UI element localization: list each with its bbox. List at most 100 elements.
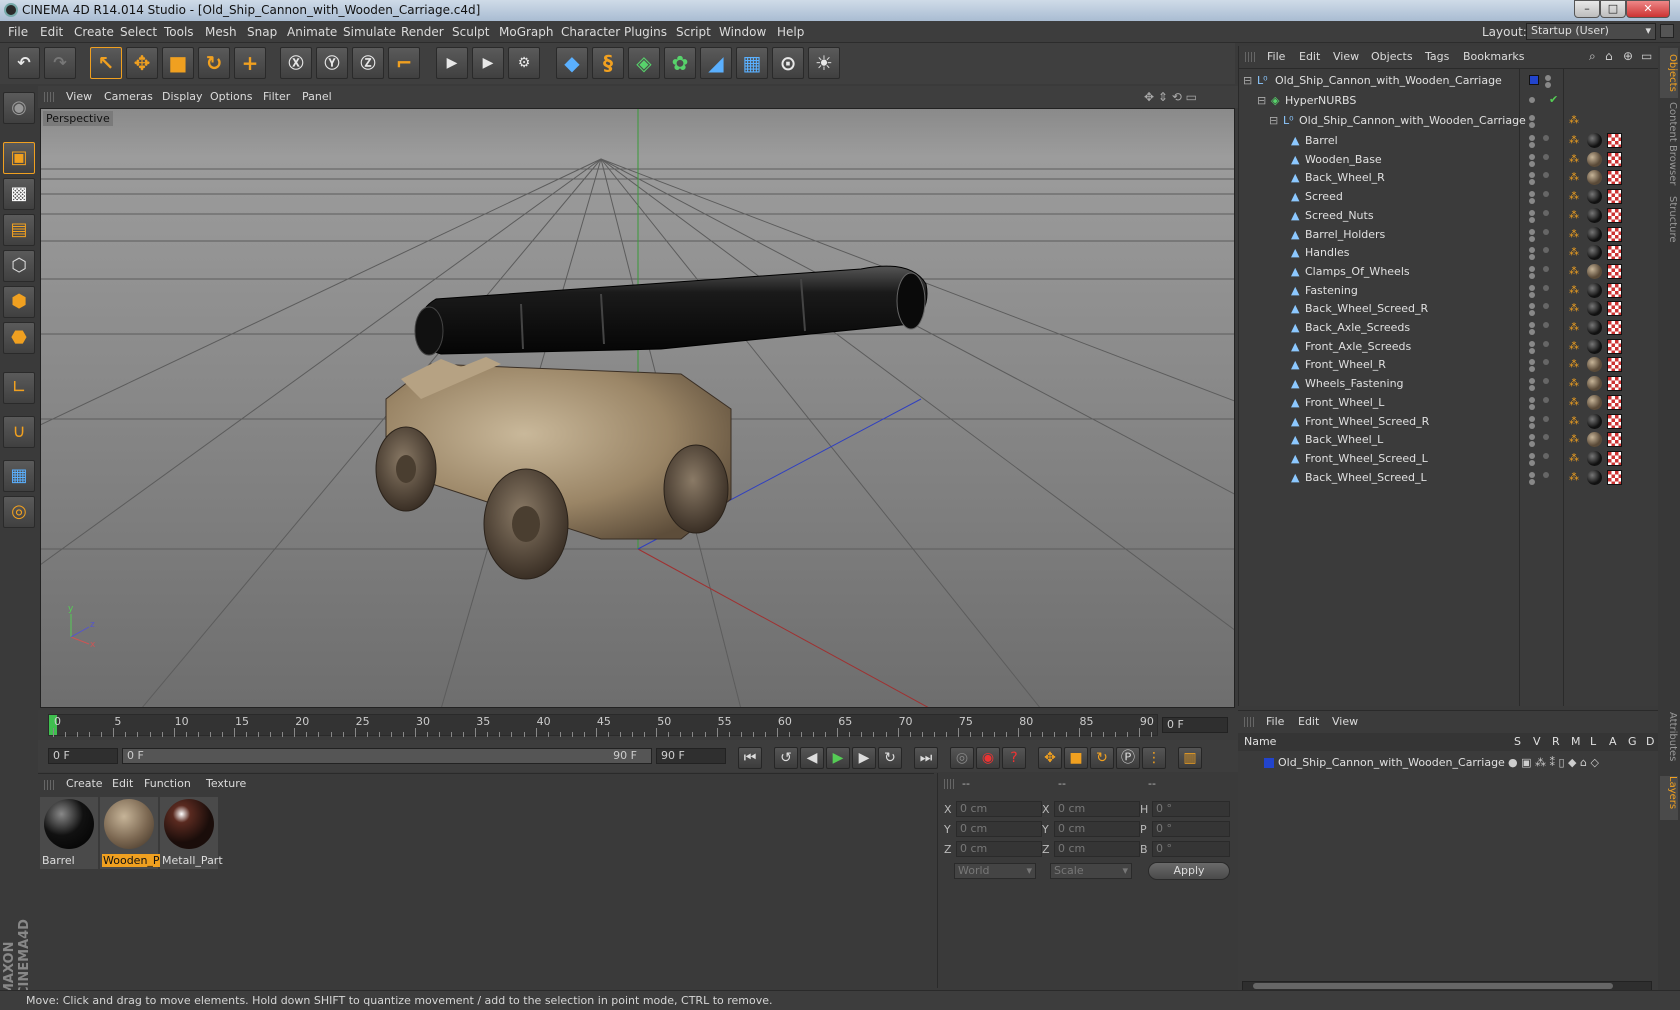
editor-visibility-dot[interactable] — [1529, 303, 1535, 310]
side-tab-content-browser[interactable]: Content Browser — [1660, 102, 1678, 192]
material-menu-function[interactable]: Function — [144, 777, 191, 790]
deformer-icon[interactable]: ◢ — [700, 47, 732, 79]
material-tag-icon[interactable] — [1587, 133, 1602, 148]
editor-visibility-dot[interactable] — [1529, 228, 1535, 235]
make-editable-icon[interactable]: ◉ — [3, 92, 35, 124]
rotate-icon[interactable]: ↻ — [198, 47, 230, 79]
points-mode-icon[interactable]: ⬡ — [3, 250, 35, 282]
editor-visibility-dot[interactable] — [1529, 396, 1535, 403]
lock-dot[interactable] — [1543, 415, 1549, 422]
array-icon[interactable]: ✿ — [664, 47, 696, 79]
render-visibility-dot[interactable] — [1545, 82, 1551, 88]
solo-icon[interactable]: ◎ — [3, 496, 35, 528]
editor-visibility-dot[interactable] — [1529, 284, 1535, 291]
key-parameter-icon[interactable]: Ⓟ — [1116, 747, 1140, 769]
uvw-tag-icon[interactable] — [1607, 450, 1622, 466]
minimize-button[interactable]: – — [1574, 0, 1600, 18]
uvw-tag-icon[interactable] — [1607, 245, 1622, 261]
side-tab-objects[interactable]: Objects — [1660, 48, 1678, 98]
uvw-tag-icon[interactable] — [1607, 301, 1622, 317]
phong-tag-icon[interactable]: ⁂ — [1569, 453, 1579, 464]
phong-tag-icon[interactable]: ⁂ — [1569, 472, 1579, 483]
layer-color-swatch[interactable] — [1264, 758, 1274, 768]
light-icon[interactable]: ☀ — [808, 47, 840, 79]
lock-dot[interactable] — [1543, 396, 1549, 403]
menu-edit[interactable]: Edit — [40, 25, 63, 39]
lock-dot[interactable] — [1543, 228, 1549, 235]
lock-dot[interactable] — [1543, 153, 1549, 160]
material-tag-icon[interactable] — [1587, 189, 1602, 205]
editor-visibility-dot[interactable] — [1529, 247, 1535, 254]
z-axis-icon[interactable]: Ⓩ — [352, 47, 384, 79]
uvw-tag-icon[interactable] — [1607, 133, 1622, 148]
menu-sculpt[interactable]: Sculpt — [452, 25, 489, 39]
tree-row-child[interactable]: ▲ Wooden_Base ⁂ — [1239, 150, 1659, 170]
tree-row-child[interactable]: ▲ Fastening ⁂ — [1239, 281, 1659, 301]
render-visibility-dot[interactable] — [1529, 459, 1535, 466]
tree-row-child[interactable]: ▲ Front_Wheel_Screed_R ⁂ — [1239, 412, 1659, 432]
tree-row-child[interactable]: ▲ Screed_Nuts ⁂ — [1239, 206, 1659, 226]
previous-frame-icon[interactable]: ◀ — [800, 747, 824, 769]
size-y-field[interactable]: 0 cm — [1054, 821, 1140, 837]
material-wooden[interactable]: Wooden_P — [100, 797, 161, 869]
lock-dot[interactable] — [1543, 471, 1549, 478]
viewport-menu-display[interactable]: Display — [162, 90, 203, 103]
go-to-start-icon[interactable]: ⏮ — [738, 747, 762, 769]
lock-dot[interactable] — [1543, 452, 1549, 459]
editor-visibility-dot[interactable] — [1529, 434, 1535, 441]
next-frame-icon[interactable]: ▶ — [852, 747, 876, 769]
previous-key-icon[interactable]: ↺ — [774, 747, 798, 769]
x-axis-icon[interactable]: Ⓧ — [280, 47, 312, 79]
menu-script[interactable]: Script — [676, 25, 711, 39]
size-x-field[interactable]: 0 cm — [1054, 801, 1140, 817]
material-tag-icon[interactable] — [1587, 469, 1602, 485]
coordinate-system-icon[interactable]: ⌐ — [388, 47, 420, 79]
nurbs-icon[interactable]: ◈ — [628, 47, 660, 79]
uvw-tag-icon[interactable] — [1607, 469, 1622, 485]
material-tag-icon[interactable] — [1587, 450, 1602, 466]
tree-row-hypernurbs[interactable]: ⊟ ◈ HyperNURBS ✔ — [1239, 91, 1659, 111]
material-tag-icon[interactable] — [1587, 207, 1602, 223]
workplane-lock-icon[interactable]: ▦ — [3, 460, 35, 492]
add-tool-icon[interactable]: + — [234, 47, 266, 79]
menu-create[interactable]: Create — [74, 25, 114, 39]
redo-icon[interactable]: ↷ — [44, 47, 76, 79]
lock-dot[interactable] — [1543, 209, 1549, 216]
move-icon[interactable]: ✥ — [126, 47, 158, 79]
uvw-tag-icon[interactable] — [1607, 338, 1622, 354]
render-visibility-dot[interactable] — [1529, 347, 1535, 354]
editor-visibility-dot[interactable] — [1529, 378, 1535, 385]
key-rotation-icon[interactable]: ↻ — [1090, 747, 1114, 769]
tree-row-group[interactable]: ⊟ L⁰ Old_Ship_Cannon_with_Wooden_Carriag… — [1239, 111, 1659, 131]
edges-mode-icon[interactable]: ⬢ — [3, 286, 35, 318]
tree-row-child[interactable]: ▲ Wheels_Fastening ⁂ — [1239, 374, 1659, 394]
material-tag-icon[interactable] — [1587, 394, 1602, 410]
objects-menu-objects[interactable]: Objects — [1371, 50, 1413, 63]
rotation-b-field[interactable]: 0 ° — [1152, 841, 1230, 857]
expand-panel-icon[interactable]: ▭ — [1641, 49, 1652, 63]
layer-color-swatch[interactable] — [1529, 75, 1539, 85]
play-icon[interactable]: ▶ — [826, 747, 850, 769]
position-y-field[interactable]: 0 cm — [956, 821, 1042, 837]
current-frame-field[interactable]: 0 F — [1162, 717, 1228, 733]
render-visibility-dot[interactable] — [1529, 385, 1535, 392]
phong-tag-icon[interactable]: ⁂ — [1569, 135, 1579, 146]
render-visibility-dot[interactable] — [1529, 291, 1535, 298]
menu-help[interactable]: Help — [777, 25, 804, 39]
search-icon[interactable]: ⌕ — [1589, 49, 1596, 64]
phong-tag-icon[interactable]: ⁂ — [1569, 434, 1579, 445]
editor-visibility-dot[interactable] — [1529, 97, 1535, 103]
tree-row-child[interactable]: ▲ Back_Wheel_Screed_L ⁂ — [1239, 468, 1659, 488]
material-metall-part[interactable]: Metall_Part — [160, 797, 223, 869]
render-visibility-dot[interactable] — [1529, 122, 1535, 128]
material-tag-icon[interactable] — [1587, 376, 1602, 392]
render-visibility-dot[interactable] — [1529, 160, 1535, 167]
render-visibility-dot[interactable] — [1529, 441, 1535, 448]
material-tag-icon[interactable] — [1587, 432, 1602, 448]
panel-grip-icon[interactable] — [944, 779, 954, 789]
tree-row-child[interactable]: ▲ Back_Wheel_L ⁂ — [1239, 430, 1659, 450]
material-menu-texture[interactable]: Texture — [206, 777, 246, 790]
collapse-icon[interactable]: ⊟ — [1269, 114, 1278, 127]
render-visibility-dot[interactable] — [1529, 254, 1535, 261]
material-tag-icon[interactable] — [1587, 170, 1602, 186]
